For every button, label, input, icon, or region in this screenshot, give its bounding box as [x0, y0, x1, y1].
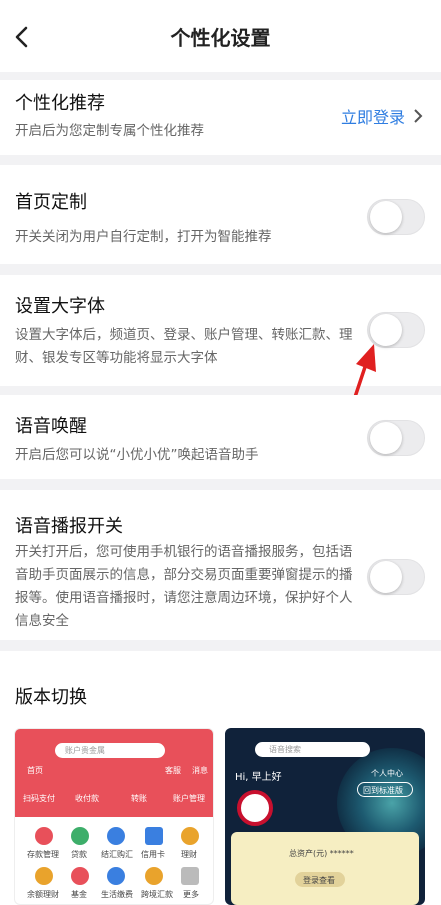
- header: 个性化设置: [0, 0, 441, 72]
- preview-row3-item: 跨境汇款: [141, 890, 173, 899]
- preview-row2-item: 信用卡: [141, 850, 165, 859]
- back-to-standard-label: 回到标准版: [363, 786, 403, 795]
- preview-row1-item: 扫码支付: [23, 794, 55, 803]
- preview-search-text: 账户贵金属: [65, 746, 105, 755]
- homepage-custom-desc: 开关关闭为用户自行定制，打开为智能推荐: [15, 229, 272, 245]
- preview-row3-item: 基金: [71, 890, 87, 899]
- voice-broadcast-toggle[interactable]: [367, 559, 425, 595]
- toggle-knob: [370, 201, 402, 233]
- fund-icon: [71, 867, 89, 885]
- preview-row2-item: 结汇购汇: [101, 850, 133, 859]
- preview-greeting: Hi, 早上好: [235, 772, 282, 783]
- wealth-icon: [181, 827, 199, 845]
- preview-row2-item: 贷款: [71, 850, 87, 859]
- personal-recommend-desc: 开启后为您定制专属个性化推荐: [15, 123, 204, 139]
- preview-row3-item: 生活缴费: [101, 890, 133, 899]
- exchange-icon: [107, 827, 125, 845]
- preview-assets-text: 总资产(元) ******: [289, 849, 354, 858]
- cross-border-icon: [145, 867, 163, 885]
- loan-icon: [71, 827, 89, 845]
- voice-broadcast-desc-line2: 音助手页面展示的信息，部分交易页面重要弹窗提示的播: [15, 567, 353, 583]
- alternate-version-preview[interactable]: 语音搜索 Hi, 早上好 个人中心 回到标准版 总资产(元) ****** 登录…: [225, 728, 425, 905]
- homepage-custom-toggle[interactable]: [367, 199, 425, 235]
- deposit-icon: [35, 827, 53, 845]
- balance-wealth-icon: [35, 867, 53, 885]
- more-icon: [181, 867, 199, 885]
- standard-version-preview[interactable]: 账户贵金属 首页 客服 消息 扫码支付 收付款 转账 账户管理 存款管理 贷款 …: [14, 728, 214, 905]
- voice-broadcast-title: 语音播报开关: [15, 516, 123, 537]
- preview-row2-item: 存款管理: [27, 850, 59, 859]
- toggle-knob: [370, 561, 402, 593]
- voice-wake-title: 语音唤醒: [15, 416, 87, 437]
- voice-broadcast-desc-line4: 信息安全: [15, 613, 69, 629]
- preview-icon-message: 消息: [192, 766, 208, 775]
- preview-login-label: 登录查看: [303, 876, 335, 885]
- page-title: 个性化设置: [170, 25, 271, 50]
- toggle-knob: [370, 422, 402, 454]
- preview-row1-item: 收付款: [75, 794, 99, 803]
- preview-search-text: 语音搜索: [269, 745, 301, 754]
- login-label: 立即登录: [340, 108, 405, 127]
- chevron-right-icon: [414, 109, 423, 123]
- preview-row3-item: 更多: [183, 890, 199, 899]
- preview-icon-service: 客服: [165, 766, 181, 775]
- bill-pay-icon: [107, 867, 125, 885]
- version-switch-title: 版本切换: [15, 687, 87, 708]
- big-font-desc-line2: 财、银发专区等功能将显示大字体: [15, 350, 218, 366]
- big-font-title: 设置大字体: [15, 296, 105, 317]
- voice-wake-toggle[interactable]: [367, 420, 425, 456]
- preview-assets-panel: [231, 832, 419, 905]
- homepage-custom-title: 首页定制: [15, 192, 87, 213]
- personal-recommend-title: 个性化推荐: [15, 93, 105, 114]
- preview-row2-item: 理财: [181, 850, 197, 859]
- big-font-desc-line1: 设置大字体后，频道页、登录、账户管理、转账汇款、理: [15, 327, 353, 343]
- preview-personal-center: 个人中心: [371, 769, 403, 778]
- login-link[interactable]: 立即登录: [341, 104, 423, 128]
- preview-row1-item: 账户管理: [173, 794, 205, 803]
- preview-icon-home: 首页: [27, 766, 43, 775]
- voice-wake-desc: 开启后您可以说“小优小优”唤起语音助手: [15, 447, 259, 463]
- bank-logo-icon: [237, 790, 273, 826]
- voice-broadcast-desc-line1: 开关打开后，您可使用手机银行的语音播报服务，包括语: [15, 544, 353, 560]
- preview-row1-item: 转账: [131, 794, 147, 803]
- credit-card-icon: [145, 827, 163, 845]
- preview-row3-item: 余额理财: [27, 890, 59, 899]
- voice-broadcast-desc-line3: 报等。使用语音播报时，请您注意周边环境，保护好个人: [15, 590, 353, 606]
- back-arrow-icon[interactable]: [12, 24, 34, 50]
